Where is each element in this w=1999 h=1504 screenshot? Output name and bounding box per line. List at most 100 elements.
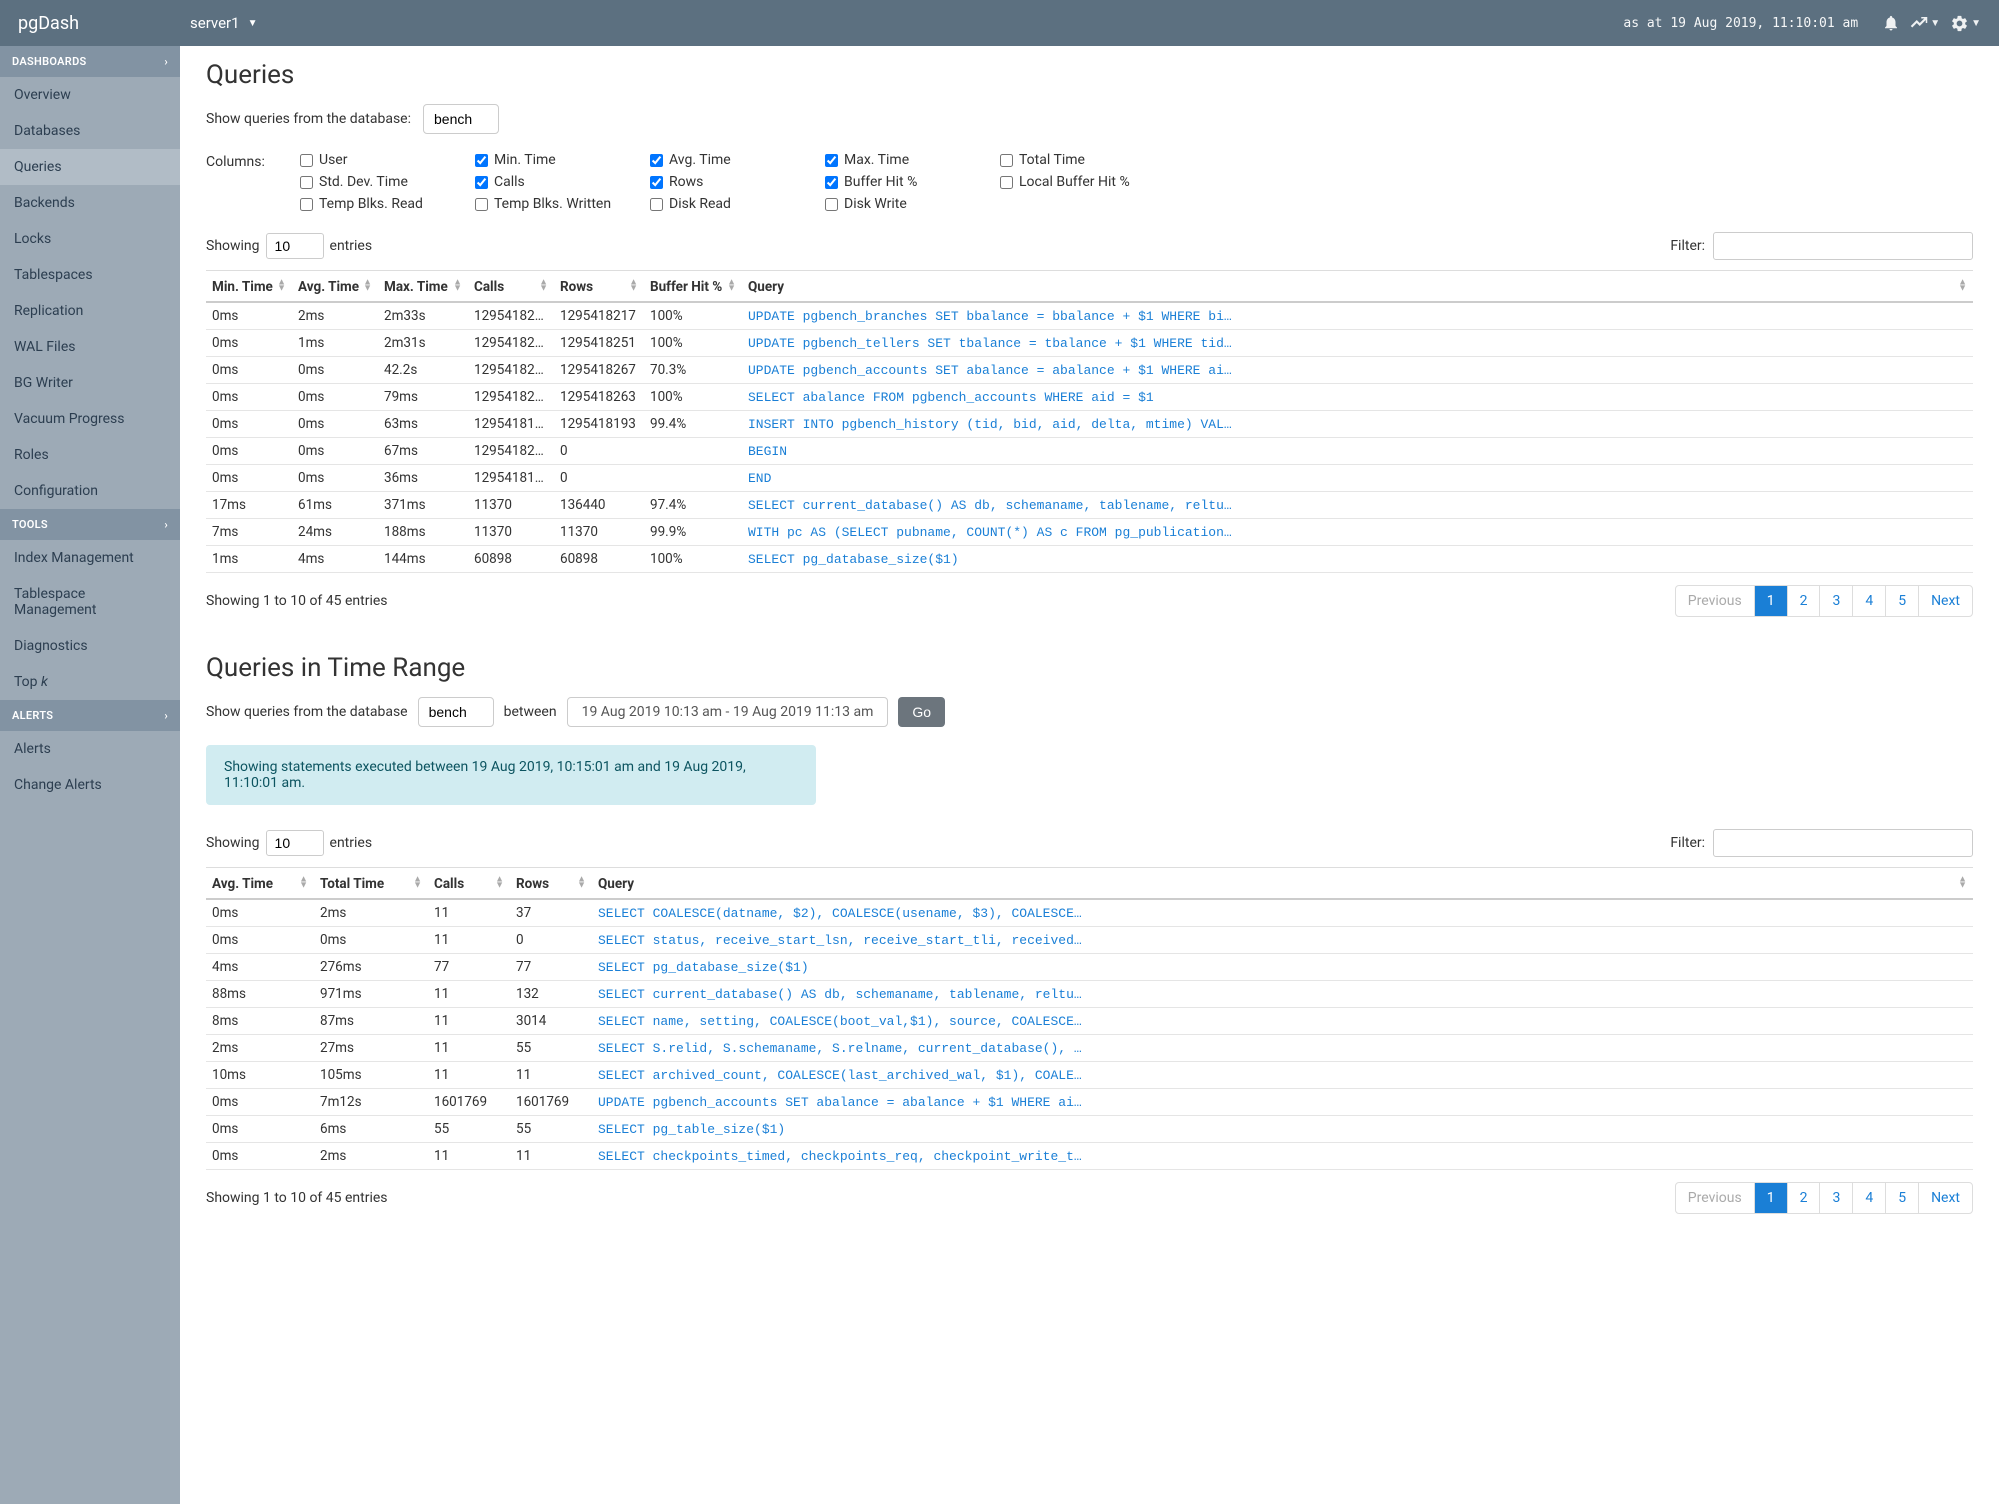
checkbox[interactable] (300, 176, 313, 189)
query-link[interactable]: END (742, 465, 1973, 492)
bell-icon[interactable] (1882, 14, 1900, 32)
column-header[interactable]: Query▲▼ (742, 271, 1973, 303)
query-link[interactable]: WITH pc AS (SELECT pubname, COUNT(*) AS … (742, 519, 1973, 546)
checkbox[interactable] (825, 176, 838, 189)
column-header[interactable]: Buffer Hit %▲▼ (644, 271, 742, 303)
sidebar-item-configuration[interactable]: Configuration (0, 473, 180, 509)
sidebar-item-top-k[interactable]: Top k (0, 664, 180, 700)
filter-input[interactable] (1713, 232, 1973, 260)
query-link[interactable]: SELECT name, setting, COALESCE(boot_val,… (592, 1008, 1973, 1035)
entries-input[interactable] (266, 233, 324, 259)
column-header[interactable]: Calls▲▼ (428, 868, 510, 900)
query-link[interactable]: BEGIN (742, 438, 1973, 465)
checkbox[interactable] (1000, 154, 1013, 167)
sidebar-item-backends[interactable]: Backends (0, 185, 180, 221)
query-link[interactable]: UPDATE pgbench_tellers SET tbalance = tb… (742, 330, 1973, 357)
column-toggle-rows[interactable]: Rows (650, 174, 825, 190)
pagination-page[interactable]: 2 (1787, 1183, 1820, 1213)
query-link[interactable]: SELECT abalance FROM pgbench_accounts WH… (742, 384, 1973, 411)
query-link[interactable]: SELECT status, receive_start_lsn, receiv… (592, 927, 1973, 954)
column-header[interactable]: Max. Time▲▼ (378, 271, 468, 303)
sidebar-item-bg-writer[interactable]: BG Writer (0, 365, 180, 401)
column-toggle-local-buffer-hit-[interactable]: Local Buffer Hit % (1000, 174, 1175, 190)
column-header[interactable]: Avg. Time▲▼ (206, 868, 314, 900)
query-link[interactable]: SELECT S.relid, S.schemaname, S.relname,… (592, 1035, 1973, 1062)
sidebar-item-tablespaces[interactable]: Tablespaces (0, 257, 180, 293)
column-header[interactable]: Rows▲▼ (554, 271, 644, 303)
pagination-page[interactable]: 3 (1819, 1183, 1852, 1213)
pagination-next[interactable]: Next (1918, 586, 1972, 616)
go-button[interactable]: Go (898, 697, 945, 727)
query-link[interactable]: SELECT COALESCE(datname, $2), COALESCE(u… (592, 899, 1973, 927)
pagination-page[interactable]: 1 (1754, 1183, 1787, 1213)
column-header[interactable]: Total Time▲▼ (314, 868, 428, 900)
column-toggle-max-time[interactable]: Max. Time (825, 152, 1000, 168)
sidebar-item-roles[interactable]: Roles (0, 437, 180, 473)
database-input[interactable] (423, 104, 499, 134)
pagination-previous[interactable]: Previous (1676, 586, 1754, 616)
query-link[interactable]: INSERT INTO pgbench_history (tid, bid, a… (742, 411, 1973, 438)
query-link[interactable]: SELECT archived_count, COALESCE(last_arc… (592, 1062, 1973, 1089)
checkbox[interactable] (650, 176, 663, 189)
sidebar-item-vacuum-progress[interactable]: Vacuum Progress (0, 401, 180, 437)
checkbox[interactable] (300, 198, 313, 211)
pagination-page[interactable]: 3 (1819, 586, 1852, 616)
column-toggle-temp-blks-written[interactable]: Temp Blks. Written (475, 196, 650, 212)
pagination-previous[interactable]: Previous (1676, 1183, 1754, 1213)
column-toggle-buffer-hit-[interactable]: Buffer Hit % (825, 174, 1000, 190)
column-toggle-disk-read[interactable]: Disk Read (650, 196, 825, 212)
server-selector[interactable]: server1 ▼ (190, 14, 257, 32)
query-link[interactable]: SELECT pg_database_size($1) (592, 954, 1973, 981)
pagination-page[interactable]: 5 (1885, 586, 1918, 616)
column-toggle-avg-time[interactable]: Avg. Time (650, 152, 825, 168)
sidebar-item-replication[interactable]: Replication (0, 293, 180, 329)
sidebar-item-alerts[interactable]: Alerts (0, 731, 180, 767)
column-toggle-user[interactable]: User (300, 152, 475, 168)
sidebar-item-databases[interactable]: Databases (0, 113, 180, 149)
sidebar-item-tablespace-management[interactable]: Tablespace Management (0, 576, 180, 628)
column-header[interactable]: Rows▲▼ (510, 868, 592, 900)
sidebar-item-wal-files[interactable]: WAL Files (0, 329, 180, 365)
sidebar-section-header[interactable]: DASHBOARDS› (0, 46, 180, 77)
column-header[interactable]: Min. Time▲▼ (206, 271, 292, 303)
column-toggle-total-time[interactable]: Total Time (1000, 152, 1175, 168)
column-header[interactable]: Calls▲▼ (468, 271, 554, 303)
column-toggle-min-time[interactable]: Min. Time (475, 152, 650, 168)
query-link[interactable]: SELECT pg_table_size($1) (592, 1116, 1973, 1143)
query-link[interactable]: UPDATE pgbench_branches SET bbalance = b… (742, 302, 1973, 330)
checkbox[interactable] (825, 154, 838, 167)
sidebar-item-diagnostics[interactable]: Diagnostics (0, 628, 180, 664)
checkbox[interactable] (475, 176, 488, 189)
pagination-page[interactable]: 4 (1852, 1183, 1885, 1213)
query-link[interactable]: UPDATE pgbench_accounts SET abalance = a… (742, 357, 1973, 384)
checkbox[interactable] (650, 154, 663, 167)
sidebar-item-queries[interactable]: Queries (0, 149, 180, 185)
filter-input[interactable] (1713, 829, 1973, 857)
brand-logo[interactable]: pgDash (18, 13, 190, 34)
checkbox[interactable] (300, 154, 313, 167)
column-toggle-calls[interactable]: Calls (475, 174, 650, 190)
sidebar-section-header[interactable]: ALERTS› (0, 700, 180, 731)
chart-icon[interactable]: ▼ (1910, 14, 1940, 32)
entries-input[interactable] (266, 830, 324, 856)
sidebar-item-change-alerts[interactable]: Change Alerts (0, 767, 180, 803)
pagination-next[interactable]: Next (1918, 1183, 1972, 1213)
pagination-page[interactable]: 5 (1885, 1183, 1918, 1213)
pagination-page[interactable]: 4 (1852, 586, 1885, 616)
pagination-page[interactable]: 1 (1754, 586, 1787, 616)
query-link[interactable]: SELECT pg_database_size($1) (742, 546, 1973, 573)
checkbox[interactable] (825, 198, 838, 211)
checkbox[interactable] (650, 198, 663, 211)
query-link[interactable]: SELECT current_database() AS db, scheman… (592, 981, 1973, 1008)
checkbox[interactable] (475, 154, 488, 167)
query-link[interactable]: SELECT current_database() AS db, scheman… (742, 492, 1973, 519)
sidebar-item-index-management[interactable]: Index Management (0, 540, 180, 576)
gear-icon[interactable]: ▼ (1950, 14, 1981, 33)
query-link[interactable]: UPDATE pgbench_accounts SET abalance = a… (592, 1089, 1973, 1116)
column-header[interactable]: Avg. Time▲▼ (292, 271, 378, 303)
sidebar-section-header[interactable]: TOOLS› (0, 509, 180, 540)
daterange-input[interactable]: 19 Aug 2019 10:13 am - 19 Aug 2019 11:13… (567, 697, 889, 727)
checkbox[interactable] (475, 198, 488, 211)
pagination-page[interactable]: 2 (1787, 586, 1820, 616)
column-header[interactable]: Query▲▼ (592, 868, 1973, 900)
